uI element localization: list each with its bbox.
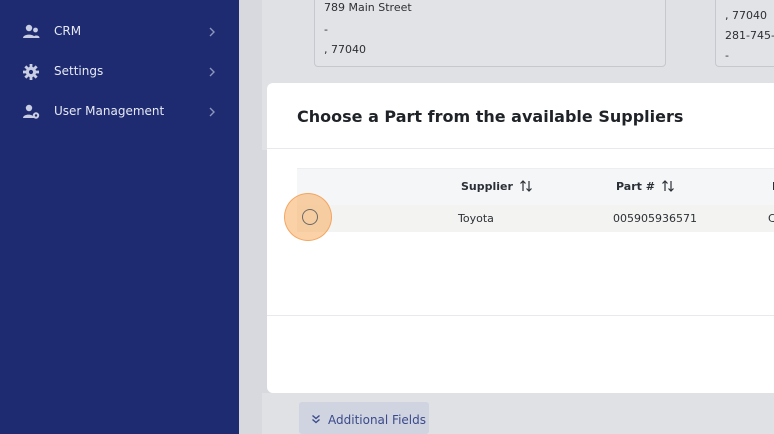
address-line: , 77040 (324, 43, 366, 56)
address-line: - (725, 49, 729, 62)
cell-part-number: 005905936571 (613, 212, 697, 225)
cell-supplier: Toyota (458, 212, 494, 225)
address-line: 281-745-2 (725, 29, 774, 42)
modal-title: Choose a Part from the available Supplie… (297, 107, 684, 126)
additional-fields-label: Additional Fields (328, 413, 427, 427)
divider (267, 148, 774, 149)
chevron-right-icon (209, 107, 215, 117)
sidebar-item-crm[interactable]: CRM (0, 12, 239, 52)
choose-part-modal: Choose a Part from the available Supplie… (267, 83, 774, 393)
column-header-part-number[interactable]: Part # (616, 180, 675, 193)
table-header: Supplier Part # I (297, 168, 774, 206)
chevron-right-icon (209, 67, 215, 77)
table-row[interactable]: Toyota 005905936571 C (297, 205, 774, 232)
gear-icon (23, 64, 39, 80)
sidebar-item-settings[interactable]: Settings (0, 52, 239, 92)
sidebar-item-label: CRM (54, 24, 82, 38)
users-icon (23, 24, 40, 38)
sidebar-item-label: User Management (54, 104, 165, 118)
sort-icon[interactable] (519, 180, 533, 192)
address-card: , 77040 281-745-2 - (715, 0, 774, 67)
cell-partial: C (768, 212, 774, 225)
address-line: 789 Main Street (324, 1, 412, 14)
sidebar-item-label: Settings (54, 64, 104, 78)
sort-icon[interactable] (661, 180, 675, 192)
sidebar: CRM Settings User Management (0, 0, 239, 434)
divider (267, 315, 774, 316)
sidebar-item-user-management[interactable]: User Management (0, 92, 239, 132)
double-chevron-down-icon (312, 414, 320, 424)
column-label: Part # (616, 180, 655, 193)
column-label: Supplier (461, 180, 513, 193)
address-line: - (324, 23, 328, 36)
additional-fields-button[interactable]: Additional Fields (299, 402, 429, 434)
chevron-right-icon (209, 27, 215, 37)
address-card: 789 Main Street - , 77040 (314, 0, 666, 67)
column-header-supplier[interactable]: Supplier (461, 180, 533, 193)
row-select-radio[interactable] (302, 209, 318, 225)
user-gear-icon (23, 104, 40, 119)
address-line: , 77040 (725, 9, 767, 22)
